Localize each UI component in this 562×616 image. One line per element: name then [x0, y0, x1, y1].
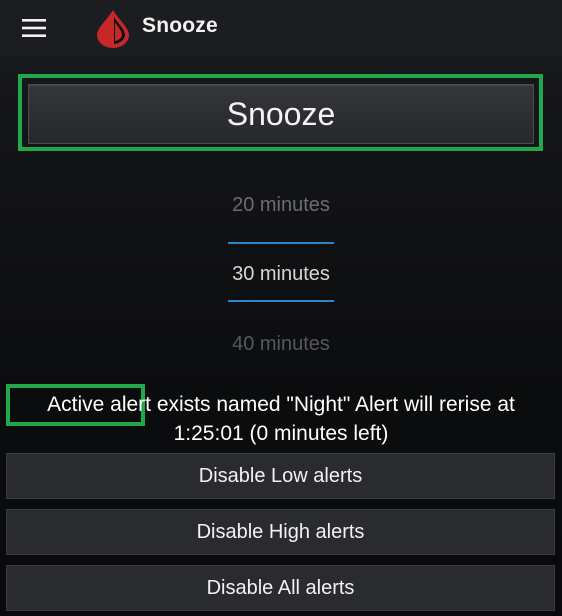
picker-divider-bottom	[228, 300, 334, 302]
active-alert-label: Active alert	[47, 393, 151, 416]
disable-low-alerts-button[interactable]: Disable Low alerts	[6, 453, 555, 499]
active-alert-status: Active alert exists named "Night" Alert …	[10, 390, 552, 448]
menu-icon	[22, 19, 46, 37]
blood-drop-logo	[97, 10, 129, 48]
snooze-duration-picker[interactable]: 20 minutes 30 minutes 40 minutes	[180, 176, 382, 366]
snooze-button[interactable]: Snooze	[28, 84, 534, 144]
picker-option-next[interactable]: 40 minutes	[180, 333, 382, 356]
toolbar: Snooze	[0, 0, 562, 56]
picker-divider-top	[228, 242, 334, 244]
picker-option-previous[interactable]: 20 minutes	[180, 194, 382, 217]
disable-high-alerts-button[interactable]: Disable High alerts	[6, 509, 555, 555]
disable-all-alerts-button[interactable]: Disable All alerts	[6, 565, 555, 611]
alert-rerise-time: 1:25:01 (0 minutes left)	[173, 422, 389, 445]
active-alert-detail: exists named "Night" Alert will rerise a…	[151, 393, 515, 416]
picker-option-selected[interactable]: 30 minutes	[180, 263, 382, 286]
menu-button[interactable]	[12, 10, 56, 46]
app-title: Snooze	[142, 14, 218, 37]
